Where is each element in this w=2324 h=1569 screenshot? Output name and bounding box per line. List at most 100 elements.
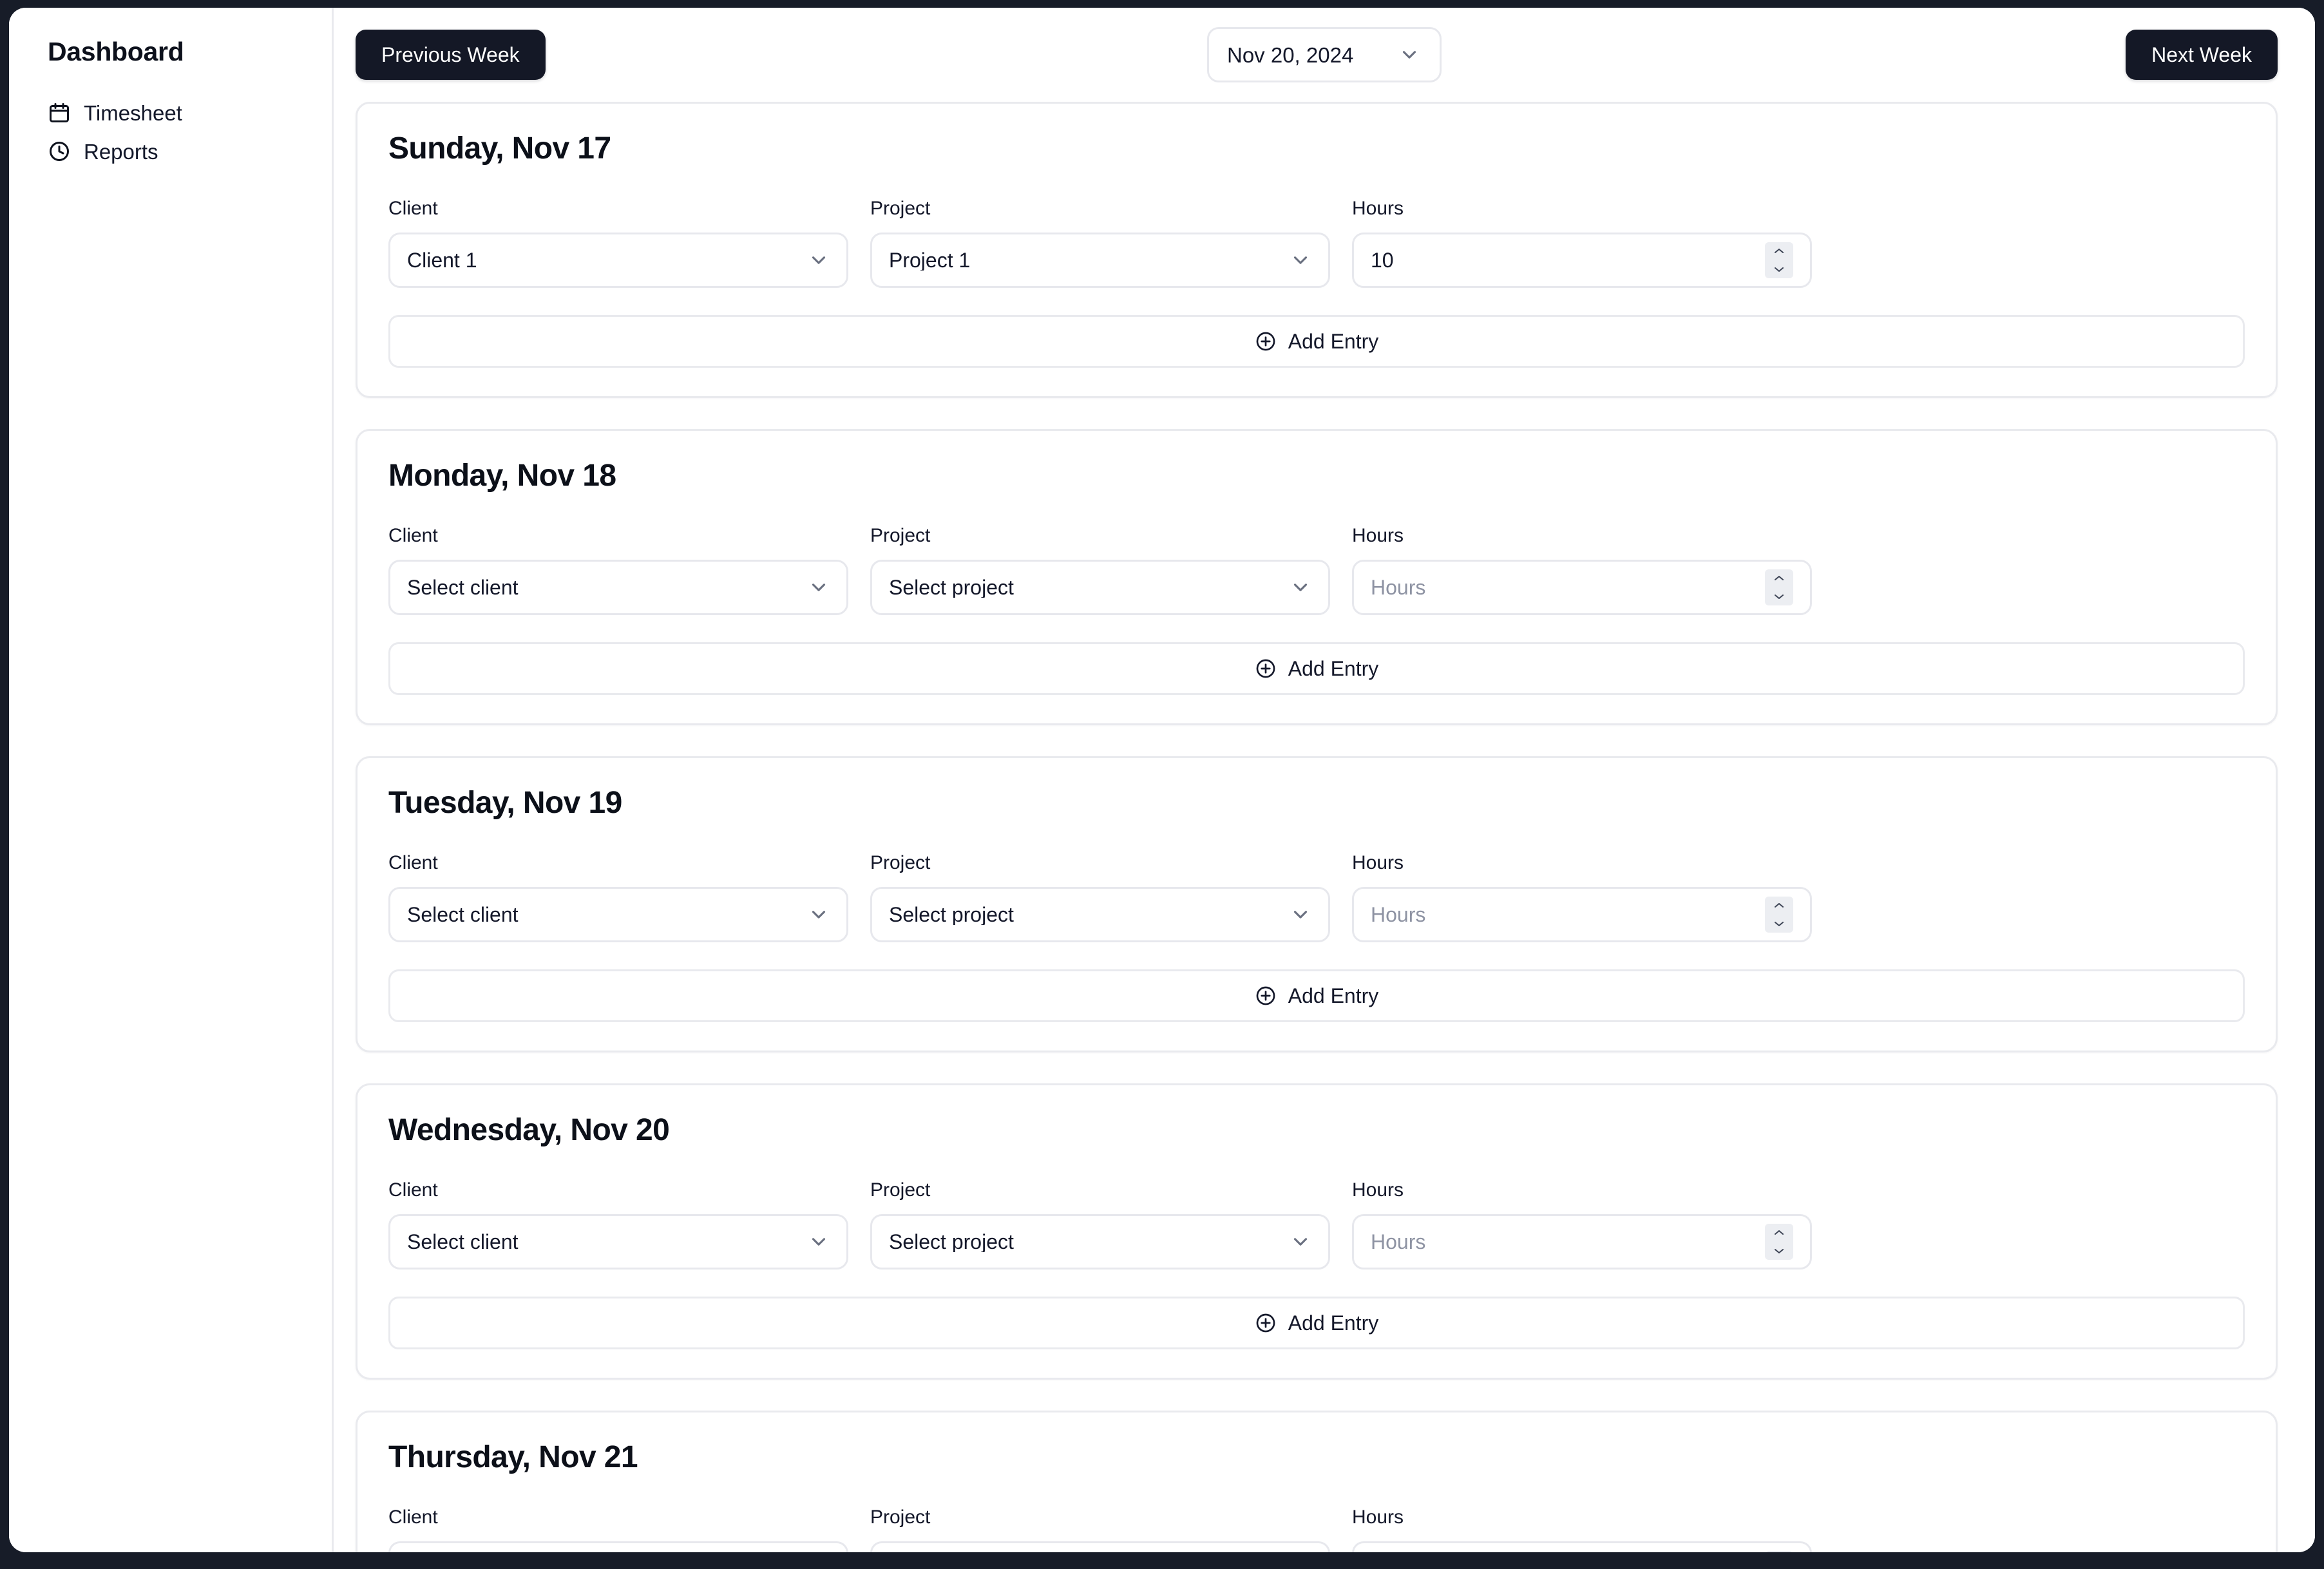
- calendar-icon: [48, 101, 71, 124]
- app-shell: Dashboard Timesheet Reports Previous Wee…: [9, 8, 2315, 1552]
- week-navigation-toolbar: Previous Week Nov 20, 2024 Next Week: [334, 8, 2315, 102]
- chevron-down-icon: [1290, 904, 1311, 926]
- circle-plus-icon: [1255, 1312, 1277, 1334]
- add-entry-label: Add Entry: [1288, 330, 1379, 353]
- hours-field: Hours 10: [1352, 199, 1812, 288]
- circle-plus-icon: [1255, 985, 1277, 1007]
- project-field: Project Select project: [870, 1181, 1330, 1269]
- clock-icon: [48, 140, 71, 163]
- sidebar-item-timesheet[interactable]: Timesheet: [9, 93, 332, 132]
- add-entry-button[interactable]: Add Entry: [388, 642, 2245, 695]
- project-label: Project: [870, 525, 931, 546]
- hours-input[interactable]: 10: [1352, 233, 1812, 288]
- client-label: Client: [388, 198, 438, 219]
- client-label: Client: [388, 525, 438, 546]
- previous-week-button[interactable]: Previous Week: [356, 30, 546, 80]
- chevron-down-icon: [1398, 44, 1420, 66]
- number-stepper-icon[interactable]: [1765, 897, 1793, 933]
- day-card: Sunday, Nov 17 Client Client 1 Project Proje…: [356, 102, 2278, 398]
- number-stepper-icon[interactable]: [1765, 569, 1793, 605]
- hours-input[interactable]: Hours: [1352, 887, 1812, 942]
- project-label: Project: [870, 1507, 931, 1528]
- client-field: Client Select client: [388, 1508, 848, 1552]
- sidebar-item-reports[interactable]: Reports: [9, 132, 332, 171]
- chevron-down-icon: [808, 576, 830, 598]
- client-field: Client Select client: [388, 853, 848, 942]
- number-stepper-icon[interactable]: [1765, 242, 1793, 278]
- hours-label: Hours: [1352, 525, 1404, 546]
- project-select[interactable]: Select project: [870, 887, 1330, 942]
- client-select-value: Client 1: [407, 250, 477, 271]
- next-week-button[interactable]: Next Week: [2126, 30, 2278, 80]
- project-select-value: Select project: [889, 904, 1014, 925]
- hours-input-value: Hours: [1371, 577, 1426, 598]
- sidebar-item-label: Reports: [84, 139, 158, 164]
- hours-label: Hours: [1352, 852, 1404, 873]
- time-entry-row: Client Client 1 Project Project 1 Hours 10: [388, 199, 2245, 288]
- time-entry-row: Client Select client Project Select project…: [388, 1181, 2245, 1269]
- hours-input[interactable]: Hours: [1352, 560, 1812, 615]
- circle-plus-icon: [1255, 658, 1277, 680]
- client-label: Client: [388, 1507, 438, 1528]
- client-select-value: Select client: [407, 1231, 519, 1252]
- project-select-value: Select project: [889, 577, 1014, 598]
- time-entry-row: Client Select client Project Select project…: [388, 1508, 2245, 1552]
- add-entry-button[interactable]: Add Entry: [388, 315, 2245, 368]
- add-entry-button[interactable]: Add Entry: [388, 969, 2245, 1022]
- browser-window-frame: Dashboard Timesheet Reports Previous Wee…: [0, 0, 2324, 1569]
- day-card-title: Thursday, Nov 21: [388, 1440, 638, 1474]
- circle-plus-icon: [1255, 330, 1277, 352]
- hours-label: Hours: [1352, 198, 1404, 219]
- project-field: Project Select project: [870, 1508, 1330, 1552]
- add-entry-label: Add Entry: [1288, 984, 1379, 1007]
- sidebar: Dashboard Timesheet Reports: [9, 8, 334, 1552]
- client-select[interactable]: Select client: [388, 1214, 848, 1269]
- project-field: Project Select project: [870, 853, 1330, 942]
- number-stepper-icon[interactable]: [1765, 1551, 1793, 1552]
- client-select[interactable]: Client 1: [388, 233, 848, 288]
- time-entry-row: Client Select client Project Select project…: [388, 853, 2245, 942]
- chevron-down-icon: [1290, 576, 1311, 598]
- chevron-down-icon: [1290, 1231, 1311, 1253]
- week-date-value: Nov 20, 2024: [1227, 43, 1354, 67]
- hours-field: Hours Hours: [1352, 853, 1812, 942]
- hours-input[interactable]: Hours: [1352, 1214, 1812, 1269]
- client-label: Client: [388, 1179, 438, 1201]
- hours-label: Hours: [1352, 1507, 1404, 1528]
- chevron-down-icon: [1290, 249, 1311, 271]
- hours-field: Hours Hours: [1352, 526, 1812, 615]
- client-select[interactable]: Select client: [388, 560, 848, 615]
- client-label: Client: [388, 852, 438, 873]
- chevron-down-icon: [808, 1231, 830, 1253]
- project-select[interactable]: Select project: [870, 1541, 1330, 1552]
- client-select-value: Select client: [407, 577, 519, 598]
- day-card-title: Wednesday, Nov 20: [388, 1113, 670, 1147]
- add-entry-button[interactable]: Add Entry: [388, 1297, 2245, 1349]
- hours-label: Hours: [1352, 1179, 1404, 1201]
- number-stepper-icon[interactable]: [1765, 1224, 1793, 1260]
- hours-input[interactable]: Hours: [1352, 1541, 1812, 1552]
- add-entry-label: Add Entry: [1288, 1311, 1379, 1335]
- day-card: Monday, Nov 18 Client Select client Project…: [356, 429, 2278, 725]
- client-field: Client Select client: [388, 1181, 848, 1269]
- hours-input-value: Hours: [1371, 1231, 1426, 1252]
- client-select[interactable]: Select client: [388, 1541, 848, 1552]
- project-select[interactable]: Select project: [870, 560, 1330, 615]
- project-select[interactable]: Project 1: [870, 233, 1330, 288]
- week-date-select[interactable]: Nov 20, 2024: [1207, 27, 1442, 82]
- client-field: Client Client 1: [388, 199, 848, 288]
- project-field: Project Project 1: [870, 199, 1330, 288]
- sidebar-nav: Timesheet Reports: [9, 93, 332, 171]
- client-select[interactable]: Select client: [388, 887, 848, 942]
- client-select-value: Select client: [407, 904, 519, 925]
- add-entry-label: Add Entry: [1288, 657, 1379, 680]
- project-label: Project: [870, 852, 931, 873]
- hours-field: Hours Hours: [1352, 1181, 1812, 1269]
- day-card-title: Monday, Nov 18: [388, 459, 616, 493]
- project-label: Project: [870, 198, 931, 219]
- client-field: Client Select client: [388, 526, 848, 615]
- date-select-wrapper: Nov 20, 2024: [1207, 27, 1442, 82]
- time-entry-row: Client Select client Project Select project…: [388, 526, 2245, 615]
- project-select[interactable]: Select project: [870, 1214, 1330, 1269]
- day-cards-list[interactable]: Sunday, Nov 17 Client Client 1 Project Proje…: [334, 102, 2315, 1552]
